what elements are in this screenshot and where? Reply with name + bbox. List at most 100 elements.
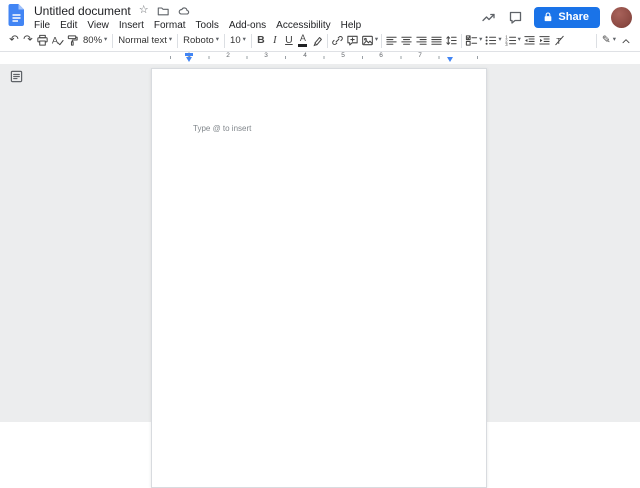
- font-select[interactable]: Roboto ▾: [180, 32, 222, 50]
- activity-dashboard-icon[interactable]: [481, 9, 497, 25]
- font-size-value: 10: [230, 35, 241, 46]
- zoom-select[interactable]: 80% ▾: [80, 32, 110, 50]
- add-comment-button[interactable]: [345, 32, 360, 50]
- docs-logo[interactable]: [8, 3, 26, 30]
- avatar[interactable]: [611, 6, 632, 28]
- text-color-icon: A: [298, 34, 308, 47]
- toolbar-right: ✎ ▾: [594, 32, 633, 50]
- chevron-down-icon: ▾: [104, 36, 108, 44]
- chevron-down-icon: ▾: [374, 36, 379, 44]
- decrease-indent-icon: [524, 36, 535, 45]
- styles-value: Normal text: [118, 35, 167, 46]
- svg-text:A: A: [52, 35, 59, 45]
- document-page[interactable]: Type @ to insert: [151, 68, 487, 488]
- right-indent-marker[interactable]: [447, 57, 453, 62]
- bulleted-list-icon: [485, 36, 497, 45]
- left-indent-marker[interactable]: [186, 57, 192, 62]
- chevron-down-icon: ▾: [612, 36, 616, 44]
- align-left-button[interactable]: [384, 32, 399, 50]
- undo-icon: ↶: [9, 33, 19, 46]
- menu-help[interactable]: Help: [336, 19, 367, 32]
- first-line-indent-marker[interactable]: [185, 53, 193, 56]
- align-left-icon: [386, 36, 397, 45]
- zoom-value: 80%: [83, 35, 103, 46]
- move-folder-icon[interactable]: [157, 5, 169, 17]
- align-justify-button[interactable]: [429, 32, 444, 50]
- font-size-select[interactable]: 10 ▾: [227, 32, 249, 50]
- ruler-number: 2: [226, 52, 230, 59]
- align-right-icon: [416, 36, 427, 45]
- header: Untitled document ☆ File Edit View Inser…: [0, 0, 640, 32]
- redo-button[interactable]: ↷: [21, 32, 35, 50]
- print-icon: [37, 34, 48, 46]
- menu-view[interactable]: View: [82, 19, 114, 32]
- underline-icon: U: [285, 34, 293, 47]
- toolbar-separator: [112, 33, 114, 48]
- increase-indent-icon: [539, 36, 550, 45]
- ruler-number: 7: [418, 52, 422, 59]
- paint-format-button[interactable]: [65, 32, 80, 50]
- chevron-up-icon: [622, 38, 630, 43]
- highlight-icon: [313, 37, 322, 47]
- menu-addons[interactable]: Add-ons: [224, 19, 271, 32]
- italic-icon: I: [273, 34, 277, 46]
- editing-mode-select[interactable]: ✎ ▾: [599, 32, 619, 50]
- italic-button[interactable]: I: [268, 32, 282, 50]
- chevron-down-icon: ▾: [168, 36, 173, 44]
- styles-select[interactable]: Normal text ▾: [115, 32, 175, 50]
- menu-file[interactable]: File: [29, 19, 55, 32]
- align-center-button[interactable]: [399, 32, 414, 50]
- clear-formatting-button[interactable]: T: [552, 32, 567, 50]
- bold-icon: B: [257, 34, 265, 47]
- print-button[interactable]: [35, 32, 50, 50]
- insert-link-button[interactable]: [330, 32, 345, 50]
- chevron-down-icon: ▾: [215, 36, 220, 44]
- header-actions: Share: [481, 3, 632, 30]
- menu-accessibility[interactable]: Accessibility: [271, 19, 335, 32]
- document-title[interactable]: Untitled document: [34, 4, 131, 18]
- chevron-down-icon: ▾: [479, 36, 483, 44]
- menu-edit[interactable]: Edit: [55, 19, 82, 32]
- align-right-button[interactable]: [414, 32, 429, 50]
- docs-logo-icon: [8, 4, 24, 26]
- increase-indent-button[interactable]: [537, 32, 552, 50]
- numbered-list-button[interactable]: 123 ▾: [503, 32, 522, 50]
- menu-tools[interactable]: Tools: [191, 19, 224, 32]
- underline-button[interactable]: U: [282, 32, 296, 50]
- collapse-toolbar-button[interactable]: [619, 32, 633, 50]
- insert-image-icon: [362, 35, 373, 46]
- lock-icon: [545, 12, 552, 22]
- checklist-button[interactable]: ▾: [464, 32, 483, 50]
- star-icon[interactable]: ☆: [139, 5, 149, 16]
- editor-canvas: Type @ to insert: [0, 64, 640, 488]
- share-button[interactable]: Share: [534, 6, 600, 28]
- chevron-down-icon: ▾: [498, 36, 502, 44]
- ruler-ticks: [151, 56, 488, 59]
- paint-format-icon: [67, 35, 78, 46]
- spellcheck-button[interactable]: A: [50, 32, 65, 50]
- insert-link-icon: [332, 36, 343, 45]
- document-outline-icon: [10, 70, 23, 83]
- menu-format[interactable]: Format: [149, 19, 191, 32]
- undo-button[interactable]: ↶: [7, 32, 21, 50]
- ruler: 1 2 3 4 5 6 7: [0, 52, 640, 63]
- align-justify-icon: [431, 36, 442, 45]
- bold-button[interactable]: B: [254, 32, 268, 50]
- line-spacing-button[interactable]: [444, 32, 459, 50]
- comment-history-icon[interactable]: [508, 10, 523, 25]
- menu-insert[interactable]: Insert: [114, 19, 149, 32]
- bulleted-list-button[interactable]: ▾: [483, 32, 502, 50]
- add-comment-icon: [347, 35, 358, 46]
- cloud-status-icon[interactable]: [177, 5, 190, 17]
- document-outline-button[interactable]: [8, 68, 25, 85]
- insert-placeholder-text: Type @ to insert: [193, 124, 252, 133]
- spellcheck-icon: A: [52, 35, 64, 45]
- decrease-indent-button[interactable]: [522, 32, 537, 50]
- text-color-button[interactable]: A: [296, 32, 310, 50]
- ruler-number: 3: [264, 52, 268, 59]
- highlight-button[interactable]: [310, 32, 325, 50]
- insert-image-button[interactable]: ▾: [360, 32, 379, 50]
- menu-bar: File Edit View Insert Format Tools Add-o…: [29, 19, 481, 32]
- toolbar-separator: [224, 33, 226, 48]
- numbered-list-icon: 123: [505, 35, 516, 47]
